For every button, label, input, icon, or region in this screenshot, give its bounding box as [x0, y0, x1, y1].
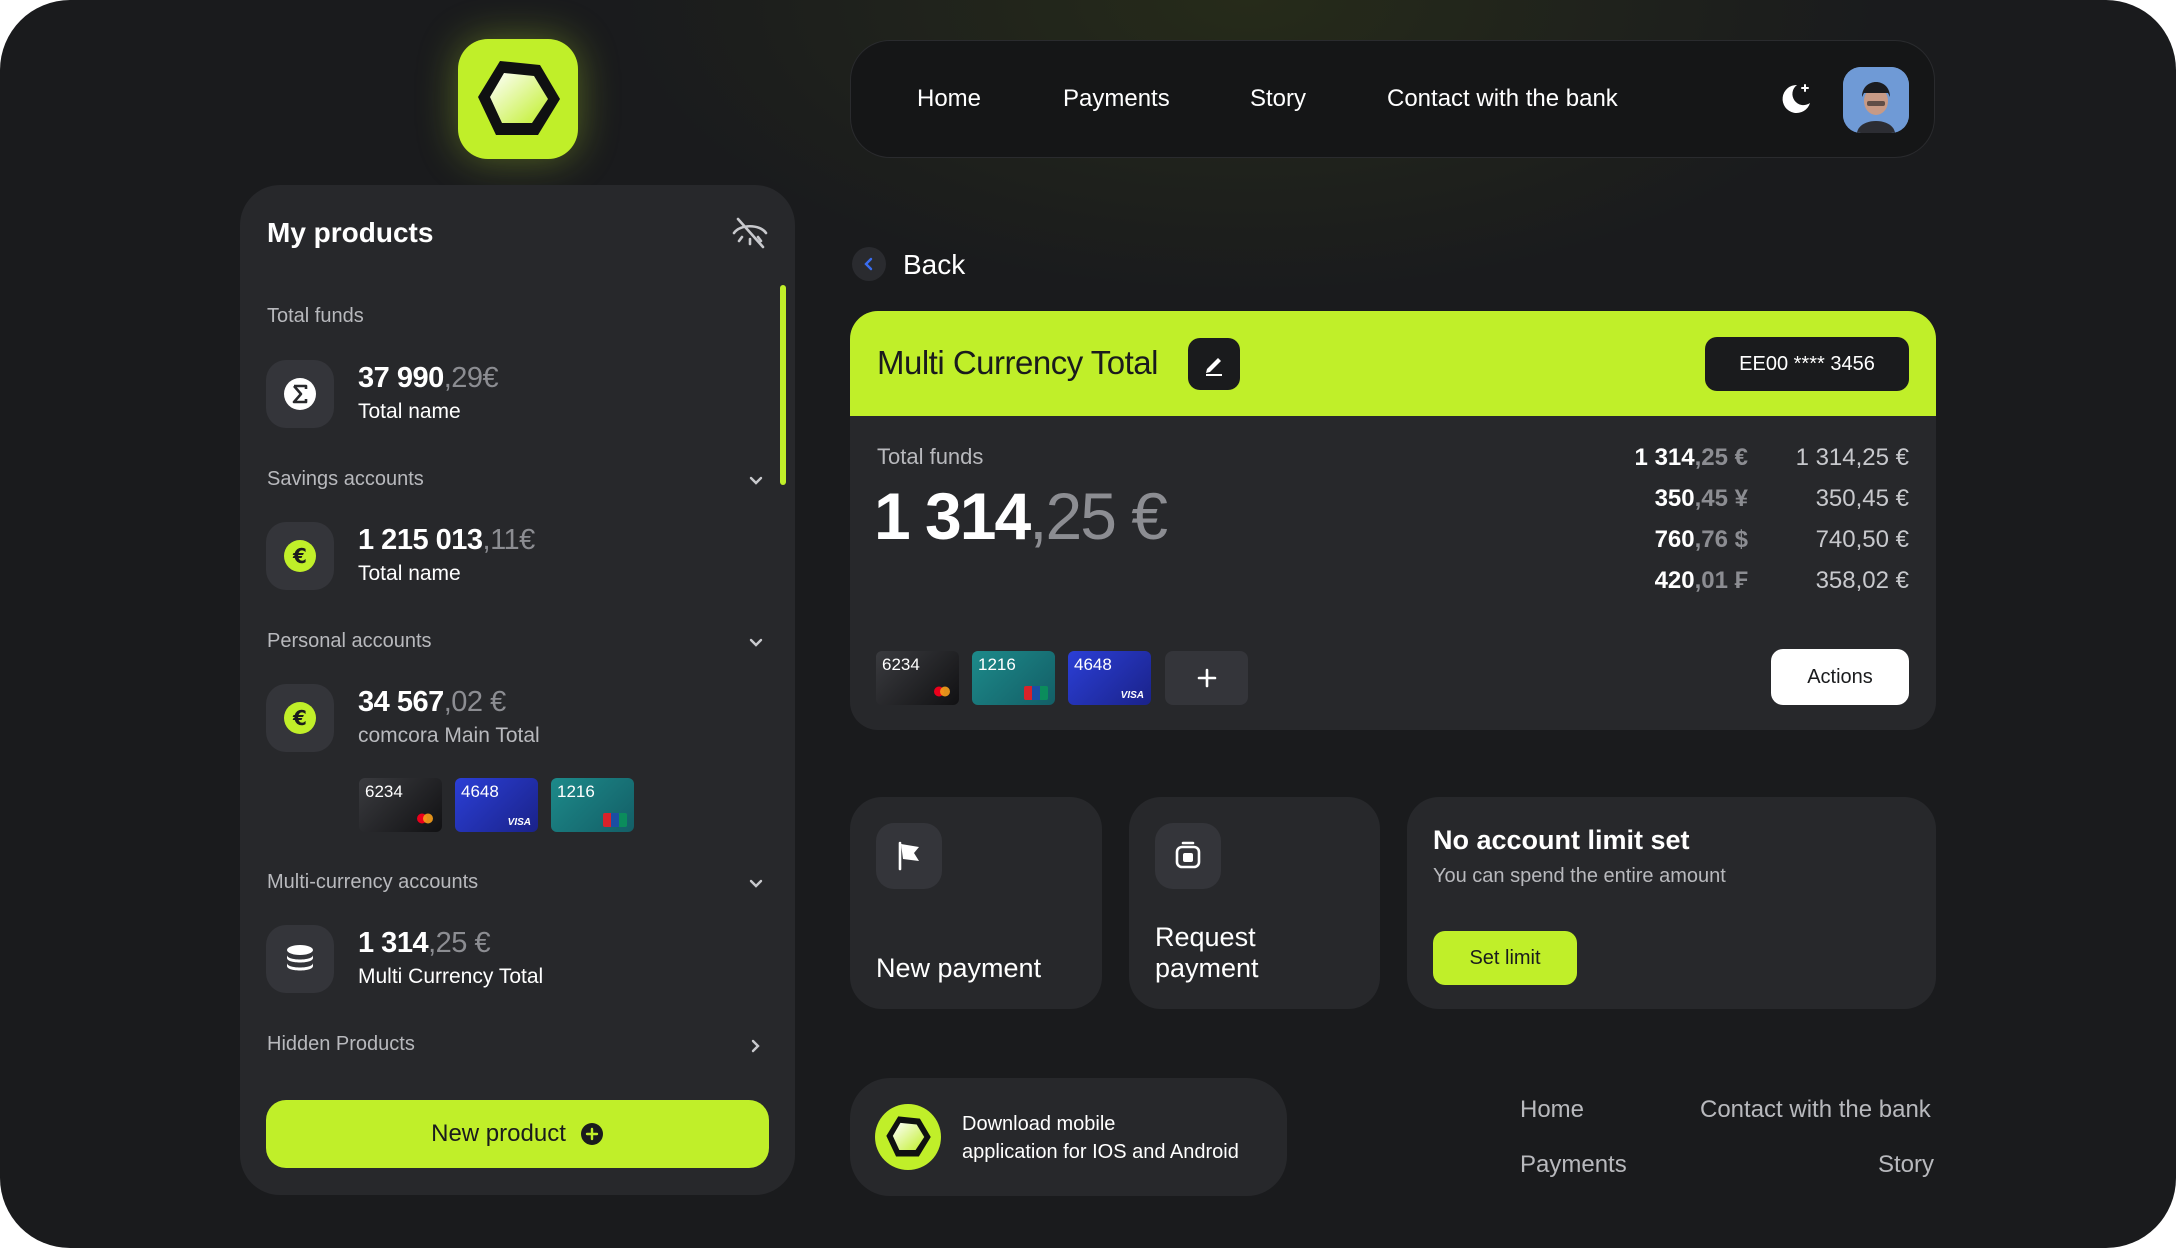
euro-icon: €	[266, 684, 334, 752]
new-payment-label: New payment	[876, 953, 1042, 983]
sigma-icon	[266, 360, 334, 428]
multi-currency-label: Multi-currency accounts	[267, 871, 479, 893]
currency-eur-value: 1 314,25 €	[1795, 444, 1909, 471]
total-funds-name: Total name	[358, 400, 461, 423]
currency-amount: 420,01 ₣	[1654, 567, 1748, 594]
personal-amount: 34 567,02 €	[358, 686, 506, 718]
card-number: 6234	[882, 655, 920, 674]
payment-card[interactable]: 4648 VISA	[455, 778, 538, 832]
svg-text:€: €	[292, 544, 307, 568]
chevron-down-icon[interactable]	[745, 873, 767, 895]
footer-contact[interactable]: Contact with the bank	[1700, 1096, 1931, 1124]
download-text: Download mobile application for IOS and …	[962, 1113, 1239, 1163]
unionpay-icon	[603, 813, 627, 827]
payment-card[interactable]: 1216	[972, 651, 1055, 705]
nav-home[interactable]: Home	[917, 85, 981, 113]
total-funds-label: Total funds	[877, 444, 984, 469]
personal-name: comcora Main Total	[358, 724, 540, 747]
nav-story[interactable]: Story	[1250, 85, 1306, 113]
chevron-left-icon	[864, 257, 873, 271]
request-payment-label: Request payment	[1155, 922, 1259, 983]
iban-badge[interactable]: EE00 **** 3456	[1705, 337, 1909, 391]
currency-amount: 350,45 ¥	[1654, 485, 1748, 512]
currency-amount: 1 314,25 €	[1634, 444, 1748, 471]
footer-story[interactable]: Story	[1878, 1151, 1934, 1179]
plus-icon	[1197, 668, 1216, 688]
personal-accounts-label: Personal accounts	[267, 630, 432, 652]
download-app-banner[interactable]: Download mobile application for IOS and …	[850, 1078, 1287, 1196]
card-number: 4648	[1074, 655, 1112, 674]
request-payment-icon	[1155, 823, 1221, 889]
chevron-down-icon[interactable]	[745, 470, 767, 492]
mastercard-icon	[417, 813, 433, 824]
eye-off-icon[interactable]	[730, 213, 770, 253]
brand-logo[interactable]	[458, 39, 578, 159]
moon-icon[interactable]	[1775, 79, 1815, 119]
actions-button[interactable]: Actions	[1771, 649, 1909, 705]
unionpay-icon	[1024, 686, 1048, 700]
savings-name: Total name	[358, 562, 461, 585]
mastercard-icon	[934, 686, 950, 697]
currency-eur-value: 350,45 €	[1815, 485, 1909, 512]
multi-name: Multi Currency Total	[358, 965, 544, 988]
footer-home[interactable]: Home	[1520, 1096, 1584, 1124]
total-funds-amount: 1 314,25 €	[874, 479, 1168, 553]
back-link[interactable]: Back	[903, 249, 965, 281]
flag-icon	[876, 823, 942, 889]
euro-icon: €	[266, 522, 334, 590]
add-card-button[interactable]	[1165, 651, 1248, 705]
account-card: Multi Currency Total EE00 **** 3456 Tota…	[850, 311, 1936, 730]
visa-logo: VISA	[1120, 690, 1144, 701]
visa-logo: VISA	[507, 817, 531, 828]
account-title: Multi Currency Total	[877, 344, 1159, 381]
pencil-icon	[1206, 358, 1222, 376]
limit-subtitle: You can spend the entire amount	[1433, 865, 1726, 887]
payment-card[interactable]: 6234	[876, 651, 959, 705]
products-sidebar: My products Total funds 37 990,29€ Total…	[240, 185, 795, 1195]
account-limit-tile: No account limit set You can spend the e…	[1407, 797, 1936, 1009]
top-navigation: Home Payments Story Contact with the ban…	[850, 40, 1935, 158]
hidden-products-link[interactable]: Hidden Products	[267, 1033, 415, 1056]
plus-circle-icon	[580, 1123, 603, 1145]
coins-stack-icon	[266, 925, 334, 993]
new-payment-tile[interactable]: New payment	[850, 797, 1102, 1009]
payment-card[interactable]: 6234	[359, 778, 442, 832]
limit-title: No account limit set	[1433, 825, 1690, 855]
currency-eur-value: 740,50 €	[1815, 526, 1909, 553]
savings-amount: 1 215 013,11€	[358, 524, 535, 556]
card-number: 1216	[978, 655, 1016, 674]
account-card-header: Multi Currency Total EE00 **** 3456	[850, 311, 1936, 416]
set-limit-button[interactable]: Set limit	[1433, 931, 1577, 985]
back-button[interactable]	[852, 247, 886, 281]
edit-button[interactable]	[1188, 338, 1240, 390]
currency-eur-value: 358,02 €	[1815, 567, 1909, 594]
footer-payments[interactable]: Payments	[1520, 1151, 1627, 1179]
payment-card[interactable]: 4648 VISA	[1068, 651, 1151, 705]
app-window: My products Total funds 37 990,29€ Total…	[0, 0, 2176, 1248]
card-number: 6234	[365, 782, 403, 801]
app-logo-icon	[875, 1104, 941, 1170]
multi-amount: 1 314,25 €	[358, 927, 491, 959]
currency-amount: 760,76 $	[1654, 526, 1748, 553]
nav-payments[interactable]: Payments	[1063, 85, 1170, 113]
nav-contact[interactable]: Contact with the bank	[1387, 85, 1618, 113]
avatar[interactable]	[1843, 67, 1909, 133]
request-payment-tile[interactable]: Request payment	[1129, 797, 1380, 1009]
new-product-button[interactable]: New product	[266, 1100, 769, 1168]
card-number: 1216	[557, 782, 595, 801]
new-product-label: New product	[431, 1120, 566, 1147]
sidebar-title: My products	[267, 217, 434, 248]
sidebar-scrollbar[interactable]	[780, 285, 786, 485]
chevron-right-icon[interactable]	[745, 1035, 767, 1057]
brand-logo-icon	[478, 61, 560, 135]
total-funds-label: Total funds	[267, 305, 364, 327]
card-number: 4648	[461, 782, 499, 801]
total-funds-amount: 37 990,29€	[358, 362, 499, 394]
user-avatar-icon	[1843, 67, 1909, 133]
savings-accounts-label: Savings accounts	[267, 468, 424, 490]
chevron-down-icon[interactable]	[745, 632, 767, 654]
payment-card[interactable]: 1216	[551, 778, 634, 832]
svg-text:€: €	[292, 706, 307, 730]
